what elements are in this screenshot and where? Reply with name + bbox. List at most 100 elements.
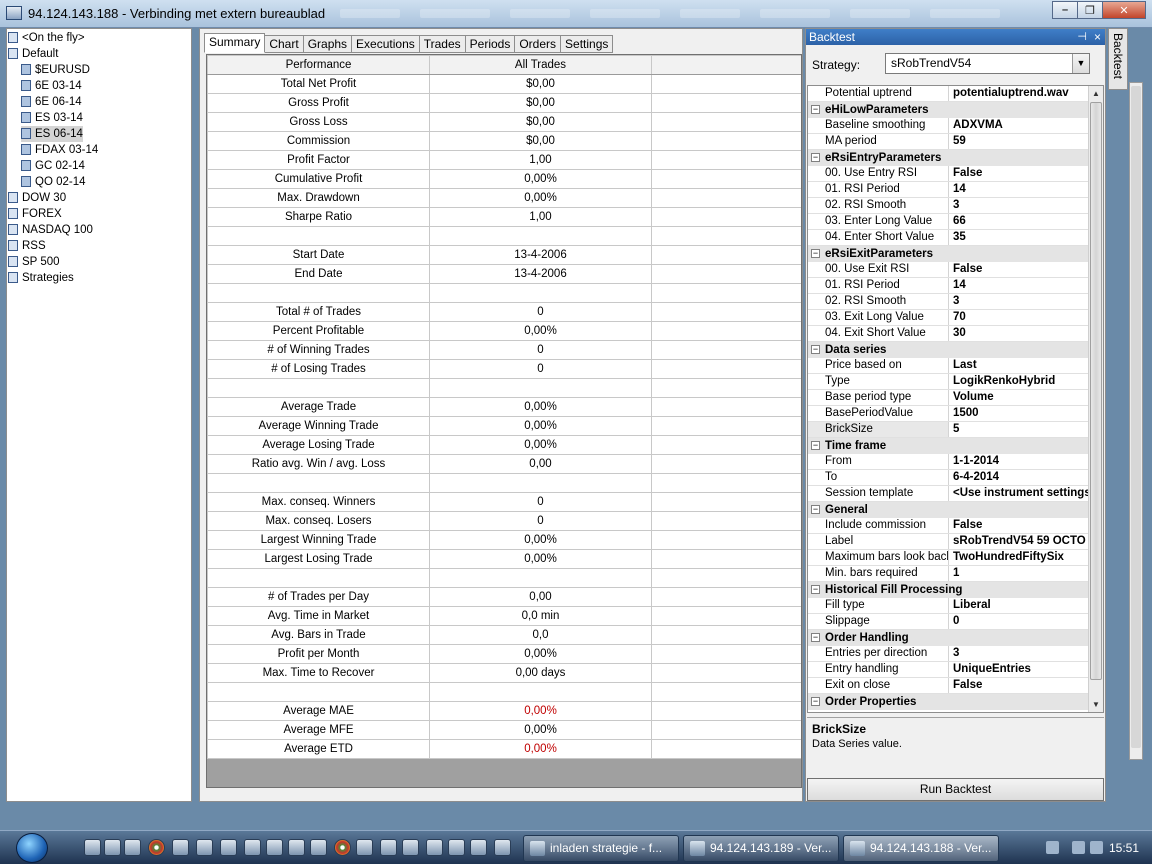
tab-settings[interactable]: Settings	[561, 35, 614, 53]
property-category[interactable]: − eRsiExitParameters	[808, 246, 1103, 262]
table-row[interactable]	[207, 568, 801, 588]
table-row[interactable]: Commission$0,00$0,00	[207, 131, 801, 151]
scroll-down-icon[interactable]: ▼	[1089, 697, 1103, 712]
quicklaunch-icon[interactable]	[310, 839, 327, 856]
table-row[interactable]: Max. Time to Recover0,00 days0,00 days	[207, 663, 801, 683]
property-category[interactable]: − Data series	[808, 342, 1103, 358]
table-row[interactable]: Cumulative Profit0,00%0,00%	[207, 169, 801, 189]
table-row[interactable]: End Date 13-4-2006	[207, 264, 801, 284]
property-category[interactable]: − Order Properties	[808, 694, 1103, 710]
tab-orders[interactable]: Orders	[515, 35, 562, 53]
property-category[interactable]: − General	[808, 502, 1103, 518]
maximize-button[interactable]: ❐	[1077, 1, 1103, 19]
tree-item[interactable]: ES 03-14	[21, 110, 83, 126]
property-row[interactable]: 00. Use Exit RSI False	[808, 262, 1103, 278]
collapse-icon[interactable]: −	[811, 249, 820, 258]
property-value[interactable]: False	[949, 262, 1103, 277]
property-grid[interactable]: Potential uptrend potentialuptrend.wav − eH…	[807, 85, 1104, 713]
quicklaunch-icon[interactable]	[288, 839, 305, 856]
property-category[interactable]: − Order Handling	[808, 630, 1103, 646]
outer-scroll-thumb[interactable]	[1131, 86, 1141, 748]
property-value[interactable]: <Use instrument settings>	[949, 486, 1103, 501]
property-row[interactable]: Entries per direction 3	[808, 646, 1103, 662]
quicklaunch-icon[interactable]	[448, 839, 465, 856]
property-row[interactable]: To 6-4-2014	[808, 470, 1103, 486]
table-row[interactable]: Average ETD0,00%0,00%	[207, 739, 801, 759]
property-row[interactable]: 04. Exit Short Value 30	[808, 326, 1103, 342]
property-value[interactable]: TwoHundredFiftySix	[949, 550, 1103, 565]
chrome-icon[interactable]	[334, 839, 351, 856]
property-value[interactable]: 70	[949, 310, 1103, 325]
pin-icon[interactable]: ⊣	[1077, 29, 1087, 45]
property-value[interactable]: 30	[949, 326, 1103, 341]
property-row[interactable]: Potential uptrend potentialuptrend.wav	[808, 86, 1103, 102]
quicklaunch-icon[interactable]	[244, 839, 261, 856]
column-header[interactable]: All Trades	[429, 55, 652, 75]
tree-item[interactable]: GC 02-14	[21, 158, 85, 174]
table-row[interactable]: # of Winning Trades00	[207, 340, 801, 360]
table-row[interactable]: Percent Profitable0,00%0,00%	[207, 321, 801, 341]
table-row[interactable]: Gross Profit$0,00$0,00	[207, 93, 801, 113]
property-row[interactable]: 00. Use Entry RSI False	[808, 166, 1103, 182]
table-row[interactable]	[207, 473, 801, 493]
table-row[interactable]: Average Winning Trade0,00%0,00%	[207, 416, 801, 436]
collapse-icon[interactable]: −	[811, 105, 820, 114]
table-row[interactable]: Average MFE0,00%0,00%	[207, 720, 801, 740]
property-value[interactable]: 35	[949, 230, 1103, 245]
property-row[interactable]: 02. RSI Smooth 3	[808, 294, 1103, 310]
chrome-icon[interactable]	[148, 839, 165, 856]
quicklaunch-icon[interactable]	[124, 839, 141, 856]
column-header[interactable]: Performance	[207, 55, 430, 75]
property-value[interactable]: 66	[949, 214, 1103, 229]
chevron-down-icon[interactable]: ▼	[1072, 54, 1089, 73]
property-value[interactable]: potentialuptrend.wav	[949, 86, 1103, 101]
quicklaunch-icon[interactable]	[426, 839, 443, 856]
table-row[interactable]: # of Trades per Day0,000,00	[207, 587, 801, 607]
tree-item[interactable]: 6E 03-14	[21, 78, 82, 94]
property-row[interactable]: BasePeriodValue 1500	[808, 406, 1103, 422]
table-row[interactable]: Profit Factor1,001,00	[207, 150, 801, 170]
property-row[interactable]: Exit on close False	[808, 678, 1103, 694]
table-row[interactable]: # of Losing Trades00	[207, 359, 801, 379]
table-row[interactable]: Sharpe Ratio1,001,00	[207, 207, 801, 227]
property-value[interactable]: 6-4-2014	[949, 470, 1103, 485]
property-row[interactable]: Baseline smoothing ADXVMA	[808, 118, 1103, 134]
property-row[interactable]: 03. Exit Long Value 70	[808, 310, 1103, 326]
property-value[interactable]: sRobTrendV54 59 OCTO	[949, 534, 1103, 549]
table-row[interactable]: Max. Drawdown0,00%0,00%	[207, 188, 801, 208]
run-backtest-button[interactable]: Run Backtest	[807, 778, 1104, 801]
tab-trades[interactable]: Trades	[419, 35, 466, 53]
property-value[interactable]: 1	[949, 566, 1103, 581]
tree-item[interactable]: ES 06-14	[21, 126, 83, 142]
table-row[interactable]: Average Trade0,00%0,00%	[207, 397, 801, 417]
quicklaunch-icon[interactable]	[266, 839, 283, 856]
quicklaunch-icon[interactable]	[172, 839, 189, 856]
collapse-icon[interactable]: −	[811, 153, 820, 162]
property-value[interactable]: Last	[949, 358, 1103, 373]
scroll-up-icon[interactable]: ▲	[1089, 86, 1103, 101]
property-row[interactable]: Session template <Use instrument settings…	[808, 486, 1103, 502]
property-row[interactable]: Slippage 0	[808, 614, 1103, 630]
property-value[interactable]: 5	[949, 422, 1103, 437]
backtest-side-tab[interactable]: Backtest	[1108, 28, 1128, 90]
quicklaunch-icon[interactable]	[402, 839, 419, 856]
property-row[interactable]: Maximum bars look back TwoHundredFiftySix	[808, 550, 1103, 566]
table-row[interactable]: Largest Winning Trade0,00%0,00%	[207, 530, 801, 550]
tree-item[interactable]: $EURUSD	[21, 62, 90, 78]
table-row[interactable]: Gross Loss$0,00$0,00	[207, 112, 801, 132]
taskbar-window-button[interactable]: inladen strategie - f...	[523, 835, 679, 862]
table-row[interactable]: Average MAE0,00%0,00%	[207, 701, 801, 721]
quicklaunch-icon[interactable]	[494, 839, 511, 856]
collapse-icon[interactable]: −	[811, 345, 820, 354]
taskbar-window-button[interactable]: 94.124.143.189 - Ver...	[683, 835, 839, 862]
table-row[interactable]: Average Losing Trade0,00%0,00%	[207, 435, 801, 455]
collapse-icon[interactable]: −	[811, 697, 820, 706]
quicklaunch-icon[interactable]	[220, 839, 237, 856]
tree-item[interactable]: Default	[8, 46, 58, 62]
property-value[interactable]: 3	[949, 294, 1103, 309]
property-value[interactable]: 3	[949, 198, 1103, 213]
property-row[interactable]: 01. RSI Period 14	[808, 278, 1103, 294]
quicklaunch-icon[interactable]	[380, 839, 397, 856]
close-window-button[interactable]: ✕	[1102, 1, 1146, 19]
tab-summary[interactable]: Summary	[204, 33, 266, 53]
